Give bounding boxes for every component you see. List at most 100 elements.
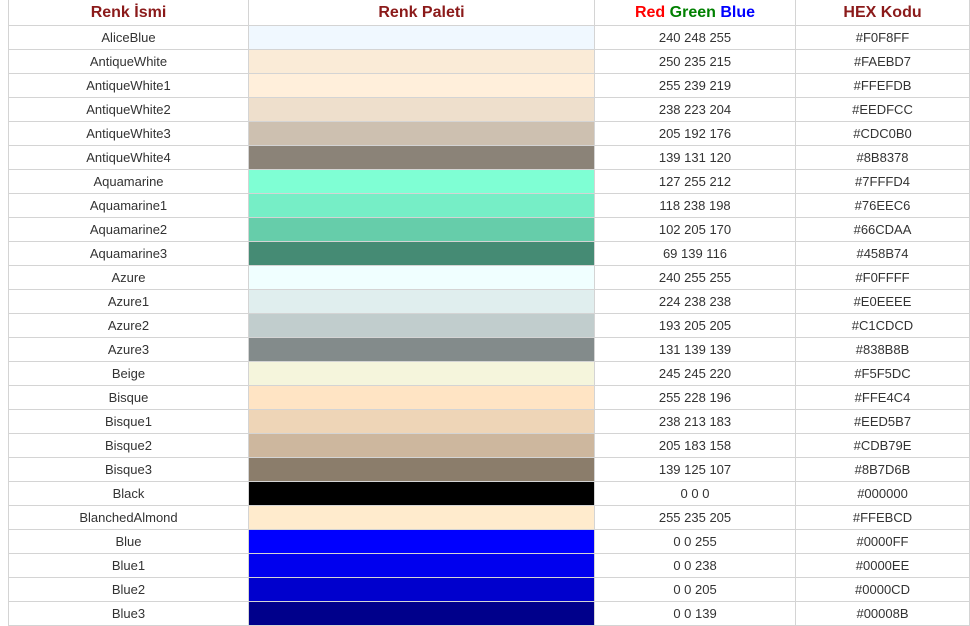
color-name: AntiqueWhite2 (8, 97, 249, 122)
color-swatch (248, 193, 595, 218)
color-rgb: 69 139 116 (594, 241, 796, 266)
table-row: Blue1 0 0 238 #0000EE (8, 553, 970, 578)
table-row: Aquamarine 127 255 212 #7FFFD4 (8, 169, 970, 194)
header-rgb-blue: Blue (720, 3, 756, 21)
color-swatch (248, 289, 595, 314)
color-hex: #EED5B7 (795, 409, 970, 434)
color-rgb: 255 228 196 (594, 385, 796, 410)
color-hex: #CDB79E (795, 433, 970, 458)
color-hex: #00008B (795, 601, 970, 626)
table-row: Bisque3 139 125 107 #8B7D6B (8, 457, 970, 482)
color-hex: #66CDAA (795, 217, 970, 242)
color-table: Renk İsmi Renk Paleti Red Green Blue HEX… (8, 0, 970, 626)
color-rgb: 205 192 176 (594, 121, 796, 146)
table-row: Aquamarine1 118 238 198 #76EEC6 (8, 193, 970, 218)
color-name: Bisque (8, 385, 249, 410)
color-name: Bisque1 (8, 409, 249, 434)
color-name: AntiqueWhite (8, 49, 249, 74)
color-hex: #FFE4C4 (795, 385, 970, 410)
color-swatch (248, 481, 595, 506)
table-header: Renk İsmi Renk Paleti Red Green Blue HEX… (8, 0, 970, 26)
color-name: Blue (8, 529, 249, 554)
color-name: Azure3 (8, 337, 249, 362)
color-swatch (248, 217, 595, 242)
color-rgb: 205 183 158 (594, 433, 796, 458)
color-rgb: 255 239 219 (594, 73, 796, 98)
color-swatch (248, 433, 595, 458)
header-color-name: Renk İsmi (8, 0, 249, 26)
color-swatch (248, 97, 595, 122)
color-name: BlanchedAlmond (8, 505, 249, 530)
color-swatch (248, 145, 595, 170)
table-row: Azure2 193 205 205 #C1CDCD (8, 313, 970, 338)
color-rows: AliceBlue 240 248 255 #F0F8FF AntiqueWhite 2… (8, 25, 970, 626)
header-rgb-red: Red (634, 3, 666, 21)
table-row: Aquamarine3 69 139 116 #458B74 (8, 241, 970, 266)
table-row: Azure3 131 139 139 #838B8B (8, 337, 970, 362)
color-swatch (248, 553, 595, 578)
color-hex: #FFEFDB (795, 73, 970, 98)
color-name: Aquamarine2 (8, 217, 249, 242)
color-hex: #8B7D6B (795, 457, 970, 482)
table-row: Bisque 255 228 196 #FFE4C4 (8, 385, 970, 410)
color-swatch (248, 121, 595, 146)
color-hex: #EEDFCC (795, 97, 970, 122)
color-swatch (248, 169, 595, 194)
color-rgb: 127 255 212 (594, 169, 796, 194)
color-hex: #838B8B (795, 337, 970, 362)
color-hex: #458B74 (795, 241, 970, 266)
table-row: Azure 240 255 255 #F0FFFF (8, 265, 970, 290)
color-name: Blue1 (8, 553, 249, 578)
color-rgb: 238 213 183 (594, 409, 796, 434)
color-hex: #0000EE (795, 553, 970, 578)
table-row: Blue3 0 0 139 #00008B (8, 601, 970, 626)
table-row: AntiqueWhite3 205 192 176 #CDC0B0 (8, 121, 970, 146)
color-rgb: 224 238 238 (594, 289, 796, 314)
color-hex: #F5F5DC (795, 361, 970, 386)
table-row: AntiqueWhite2 238 223 204 #EEDFCC (8, 97, 970, 122)
color-rgb: 250 235 215 (594, 49, 796, 74)
color-swatch (248, 265, 595, 290)
table-row: Black 0 0 0 #000000 (8, 481, 970, 506)
color-hex: #0000CD (795, 577, 970, 602)
color-rgb: 238 223 204 (594, 97, 796, 122)
table-row: Beige 245 245 220 #F5F5DC (8, 361, 970, 386)
color-swatch (248, 337, 595, 362)
color-swatch (248, 241, 595, 266)
table-row: Blue2 0 0 205 #0000CD (8, 577, 970, 602)
color-hex: #7FFFD4 (795, 169, 970, 194)
table-row: Bisque2 205 183 158 #CDB79E (8, 433, 970, 458)
table-row: Bisque1 238 213 183 #EED5B7 (8, 409, 970, 434)
color-swatch (248, 73, 595, 98)
color-hex: #000000 (795, 481, 970, 506)
color-name: AliceBlue (8, 25, 249, 50)
color-name: Aquamarine1 (8, 193, 249, 218)
color-rgb: 255 235 205 (594, 505, 796, 530)
color-rgb: 118 238 198 (594, 193, 796, 218)
color-name: AntiqueWhite4 (8, 145, 249, 170)
color-rgb: 102 205 170 (594, 217, 796, 242)
table-row: Blue 0 0 255 #0000FF (8, 529, 970, 554)
table-row: AliceBlue 240 248 255 #F0F8FF (8, 25, 970, 50)
color-name: Aquamarine3 (8, 241, 249, 266)
table-row: AntiqueWhite1 255 239 219 #FFEFDB (8, 73, 970, 98)
header-rgb-green: Green (669, 3, 716, 21)
color-name: Aquamarine (8, 169, 249, 194)
table-row: AntiqueWhite 250 235 215 #FAEBD7 (8, 49, 970, 74)
color-hex: #F0FFFF (795, 265, 970, 290)
color-rgb: 0 0 238 (594, 553, 796, 578)
color-swatch (248, 313, 595, 338)
color-hex: #FFEBCD (795, 505, 970, 530)
color-name: Bisque2 (8, 433, 249, 458)
color-swatch (248, 457, 595, 482)
color-name: AntiqueWhite1 (8, 73, 249, 98)
color-hex: #F0F8FF (795, 25, 970, 50)
color-swatch (248, 49, 595, 74)
color-hex: #8B8378 (795, 145, 970, 170)
color-hex: #0000FF (795, 529, 970, 554)
color-hex: #76EEC6 (795, 193, 970, 218)
color-swatch (248, 25, 595, 50)
color-hex: #C1CDCD (795, 313, 970, 338)
color-rgb: 0 0 0 (594, 481, 796, 506)
color-name: Blue2 (8, 577, 249, 602)
